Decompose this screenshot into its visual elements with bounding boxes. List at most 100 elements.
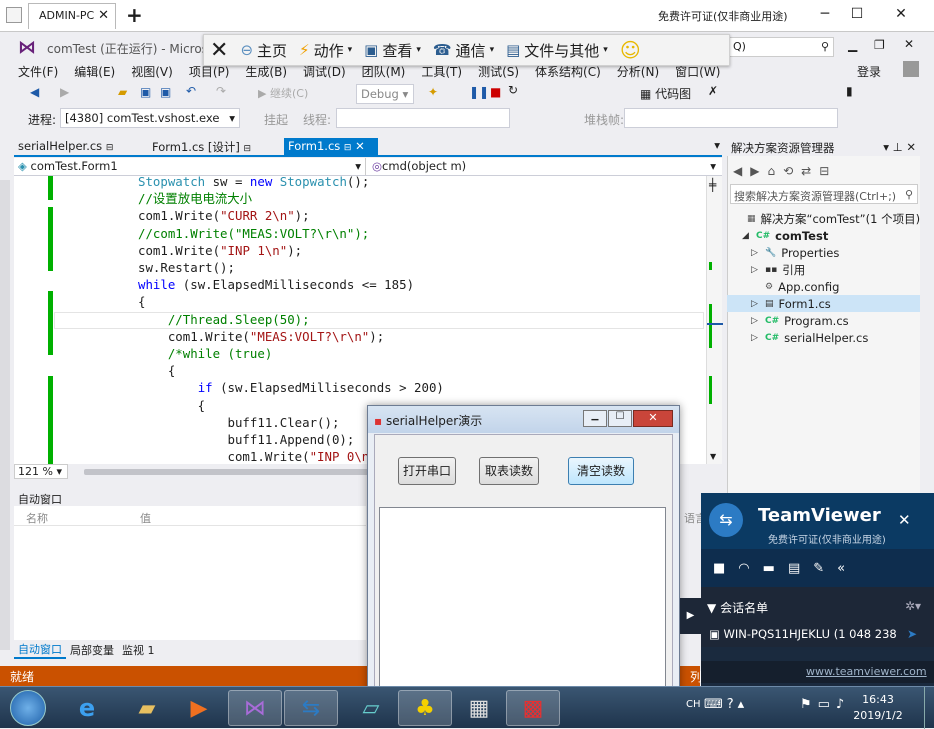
code-line[interactable]: sw.Restart();	[138, 259, 444, 276]
language-indicator[interactable]: CH	[686, 699, 701, 710]
close-tab-icon[interactable]: ✕	[98, 8, 109, 23]
code-line[interactable]: com1.Write("INP 1\n");	[138, 242, 444, 259]
account-icon[interactable]	[903, 61, 919, 77]
code-line[interactable]: {	[138, 293, 444, 310]
horizontal-scrollbar[interactable]	[84, 469, 374, 475]
files-icon[interactable]: ▤	[788, 561, 800, 576]
settings-icon[interactable]: ✲▾	[905, 599, 921, 613]
close-tab-icon[interactable]: ✕	[355, 139, 365, 153]
network-volume-icons[interactable]: ⚑▭♪	[800, 697, 850, 712]
bookmark-icon[interactable]: ▮	[846, 84, 853, 98]
quick-launch-input[interactable]: Q) ⚲	[728, 37, 834, 57]
ie-icon[interactable]: e	[60, 690, 114, 726]
save-icon[interactable]: ▣	[140, 85, 151, 99]
teamviewer-taskbar-icon[interactable]: ⇆	[284, 690, 338, 726]
forward-icon[interactable]: ▶	[60, 85, 69, 99]
calculator-icon[interactable]: ▦	[452, 690, 506, 726]
show-desktop-button[interactable]	[924, 687, 934, 729]
panel-side-toggle-icon[interactable]: ▶	[680, 598, 701, 634]
back-icon[interactable]: ◀	[30, 85, 39, 99]
home-icon[interactable]: ⌂	[767, 164, 775, 178]
tv-menu-file[interactable]: ▤ 文件与其他 ▾	[500, 35, 614, 65]
new-tab-icon[interactable]: +	[126, 3, 143, 27]
tab-locals[interactable]: 局部变量	[66, 642, 118, 658]
tree-properties-node[interactable]: ▷ 🔧 Properties	[733, 244, 839, 261]
sidebar-toggle-icon[interactable]	[6, 7, 22, 23]
tab-overflow-icon[interactable]: ▾	[714, 138, 720, 152]
open-port-button[interactable]: 打开串口	[398, 457, 456, 485]
code-line[interactable]: if (sw.ElapsedMilliseconds > 200)	[138, 379, 444, 396]
tab-form1-designer[interactable]: Form1.cs [设计] ⊟	[148, 138, 276, 155]
pin-icon[interactable]: ⊟	[244, 144, 252, 154]
expand-icon[interactable]: ▷	[751, 316, 765, 326]
code-line[interactable]: com1.Write("MEAS:VOLT?\r\n");	[138, 328, 444, 345]
editor-vertical-scrollbar[interactable]: ╪ ▼	[706, 176, 723, 464]
tree-app-config-node[interactable]: ⚙ App.config	[733, 278, 839, 295]
visual-studio-icon[interactable]: ⋈	[228, 690, 282, 726]
tool-icon[interactable]: ✗	[708, 84, 718, 98]
tree-serialhelper-node[interactable]: ▷ C# serialHelper.cs	[733, 329, 868, 346]
undo-icon[interactable]: ↶	[186, 84, 196, 98]
menu-item[interactable]: 编辑(E)	[66, 63, 123, 80]
thread-select[interactable]	[336, 108, 510, 128]
close-panel-icon[interactable]: ▾ ⊥ ✕	[883, 140, 916, 154]
collapse-icon[interactable]: ⊟	[819, 164, 829, 178]
sync-icon[interactable]: ⟲	[783, 164, 793, 178]
smiley-icon[interactable]: ☺	[614, 35, 647, 65]
read-value-button[interactable]: 取表读数	[479, 457, 539, 485]
clear-values-button[interactable]: 清空读数	[568, 457, 634, 485]
vs-close-icon[interactable]: ✕	[904, 37, 914, 51]
dialog-maximize-icon[interactable]: ☐	[608, 410, 632, 427]
minimize-icon[interactable]: ─	[810, 6, 840, 22]
remote-session-tab[interactable]: ADMIN-PC ✕	[28, 3, 116, 29]
find-icon[interactable]: ✦	[428, 85, 438, 99]
tab-watch[interactable]: 监视 1	[118, 642, 159, 658]
chat-icon[interactable]: ▬	[763, 561, 775, 576]
whiteboard-icon[interactable]: ✎	[813, 561, 824, 576]
tree-program-node[interactable]: ▷ C# Program.cs	[733, 312, 849, 329]
expand-icon[interactable]: ◢	[742, 231, 756, 241]
menu-item[interactable]: 视图(V)	[123, 63, 181, 80]
redo-icon[interactable]: ↷	[216, 84, 226, 98]
member-select[interactable]: ◎cmd(object m) ▾	[368, 158, 720, 175]
vs-restore-icon[interactable]: ❐	[874, 38, 885, 52]
code-map-button[interactable]: ▦ 代码图	[640, 85, 691, 102]
code-line[interactable]: Stopwatch sw = new Stopwatch();	[138, 176, 444, 190]
back-icon[interactable]: ◀	[733, 164, 742, 178]
continue-button[interactable]: ▶ 继续(C)	[258, 85, 308, 101]
config-select[interactable]: Debug ▾	[356, 84, 414, 104]
headset-icon[interactable]: ◠	[738, 561, 749, 576]
maximize-icon[interactable]: ☐	[842, 6, 872, 22]
code-line[interactable]: while (sw.ElapsedMilliseconds <= 185)	[138, 276, 444, 293]
code-line[interactable]: com1.Write("CURR 2\n");	[138, 207, 444, 224]
start-button[interactable]	[10, 690, 46, 726]
expand-icon[interactable]: ▷	[751, 248, 765, 258]
explorer-icon[interactable]: ▰	[120, 690, 174, 726]
pin-icon[interactable]: ⊟	[106, 143, 114, 153]
tree-solution-node[interactable]: ▦ 解决方案“comTest”(1 个项目)	[733, 210, 920, 227]
zoom-select[interactable]: 121 % ▾	[14, 464, 68, 479]
serialhelper-taskbar-icon[interactable]: ▩	[506, 690, 560, 726]
notepad-icon[interactable]: ▱	[344, 690, 398, 726]
code-line[interactable]: //com1.Write("MEAS:VOLT?\r\n");	[138, 225, 444, 242]
session-item[interactable]: ▣ WIN-PQS11HJEKLU (1 048 238	[709, 627, 897, 641]
pause-icon[interactable]: ❚❚	[469, 85, 489, 99]
pin-icon[interactable]: ⊟	[344, 143, 352, 153]
refresh-icon[interactable]: ⇄	[801, 164, 811, 178]
teamviewer-link[interactable]: www.teamviewer.com	[806, 665, 927, 678]
expand-icon[interactable]: ▷	[751, 333, 765, 343]
expand-icon[interactable]: ▼	[707, 601, 716, 615]
tv-menu-phone[interactable]: ☎ 通信 ▾	[427, 35, 500, 65]
code-line[interactable]: /*while (true)	[138, 345, 444, 362]
readings-textbox[interactable]	[379, 507, 666, 692]
open-folder-icon[interactable]: ▰	[118, 85, 127, 99]
stop-icon[interactable]: ■	[490, 85, 501, 99]
scroll-down-icon[interactable]: ▼	[710, 452, 716, 461]
code-line[interactable]: //设置放电电流大小	[138, 190, 444, 207]
split-icon[interactable]: ╪	[709, 178, 716, 192]
video-icon[interactable]: ■	[713, 561, 725, 576]
expand-icon[interactable]: ▷	[751, 265, 765, 275]
restart-icon[interactable]: ↻	[508, 83, 518, 97]
login-link[interactable]: 登录	[849, 63, 889, 80]
vs-minimize-icon[interactable]: ▁	[848, 38, 857, 52]
